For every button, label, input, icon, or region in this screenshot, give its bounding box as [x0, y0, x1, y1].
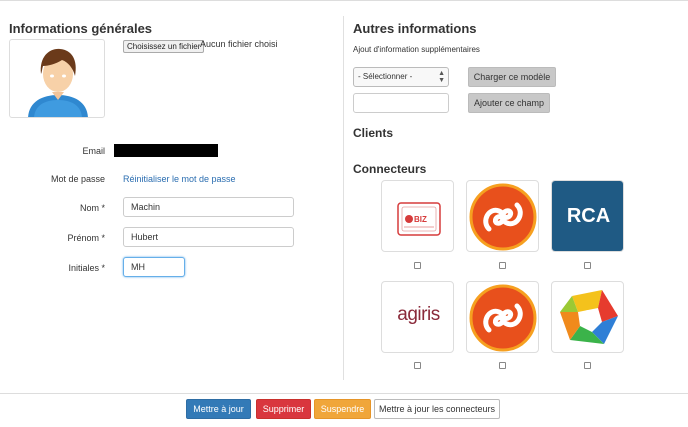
add-field-button[interactable]: Ajouter ce champ	[468, 93, 550, 113]
connector-checkbox-6[interactable]	[584, 362, 591, 369]
prenom-label: Prénom *	[67, 233, 105, 243]
load-template-button[interactable]: Charger ce modèle	[468, 67, 556, 87]
update-connectors-button[interactable]: Mettre à jour les connecteurs	[374, 399, 500, 419]
orange-logo-icon	[469, 284, 537, 352]
nom-label: Nom *	[79, 203, 105, 213]
connector-multicolor[interactable]	[551, 281, 624, 353]
connector-checkbox-1[interactable]	[414, 262, 421, 269]
connector-checkbox-2[interactable]	[499, 262, 506, 269]
field-type-select[interactable]: - Sélectionner - ▲ ▼	[353, 67, 449, 87]
nom-field[interactable]: Machin	[123, 197, 294, 217]
connector-bizz[interactable]: BIZ	[381, 180, 454, 252]
select-arrows-icon: ▲ ▼	[438, 70, 445, 84]
svg-text:BIZ: BIZ	[414, 215, 427, 224]
field-type-select-value: - Sélectionner -	[358, 72, 413, 81]
clients-title: Clients	[353, 126, 394, 140]
user-avatar-icon	[28, 48, 88, 117]
delete-button[interactable]: Supprimer	[256, 399, 311, 419]
initiales-field[interactable]: MH	[123, 257, 185, 277]
email-value-redacted	[114, 144, 218, 157]
agiris-logo-text: agiris	[397, 304, 440, 325]
initiales-label: Initiales *	[68, 263, 105, 273]
connector-orange-1[interactable]	[466, 180, 539, 252]
connector-checkbox-4[interactable]	[414, 362, 421, 369]
other-info-subtitle: Ajout d'information supplémentaires	[353, 45, 480, 54]
update-button[interactable]: Mettre à jour	[186, 399, 251, 419]
connector-orange-2[interactable]	[466, 281, 539, 353]
other-info-title: Autres informations	[353, 21, 477, 36]
prenom-field[interactable]: Hubert	[123, 227, 294, 247]
rca-logo-text: RCA	[566, 205, 611, 227]
file-status: Aucun fichier choisi	[200, 39, 278, 49]
orange-logo-icon	[469, 183, 537, 251]
rca-logo-icon: RCA	[552, 181, 623, 251]
top-border	[0, 0, 688, 4]
email-label: Email	[82, 146, 105, 156]
choose-file-button[interactable]: Choisissez un fichier	[123, 40, 205, 53]
connector-rca[interactable]: RCA	[551, 180, 624, 252]
connector-checkbox-5[interactable]	[499, 362, 506, 369]
connector-agiris[interactable]: agiris	[381, 281, 454, 353]
connector-checkbox-3[interactable]	[584, 262, 591, 269]
avatar	[9, 39, 105, 118]
suspend-button[interactable]: Suspendre	[314, 399, 371, 419]
multicolor-logo-icon	[560, 290, 618, 344]
reset-password-link[interactable]: Réinitialiser le mot de passe	[123, 174, 236, 184]
bizz-logo-icon: BIZ	[397, 202, 441, 236]
column-divider	[343, 16, 344, 380]
connectors-title: Connecteurs	[353, 162, 427, 176]
password-label: Mot de passe	[50, 174, 105, 184]
general-info-title: Informations générales	[9, 21, 153, 36]
extra-field-input[interactable]	[353, 93, 449, 113]
